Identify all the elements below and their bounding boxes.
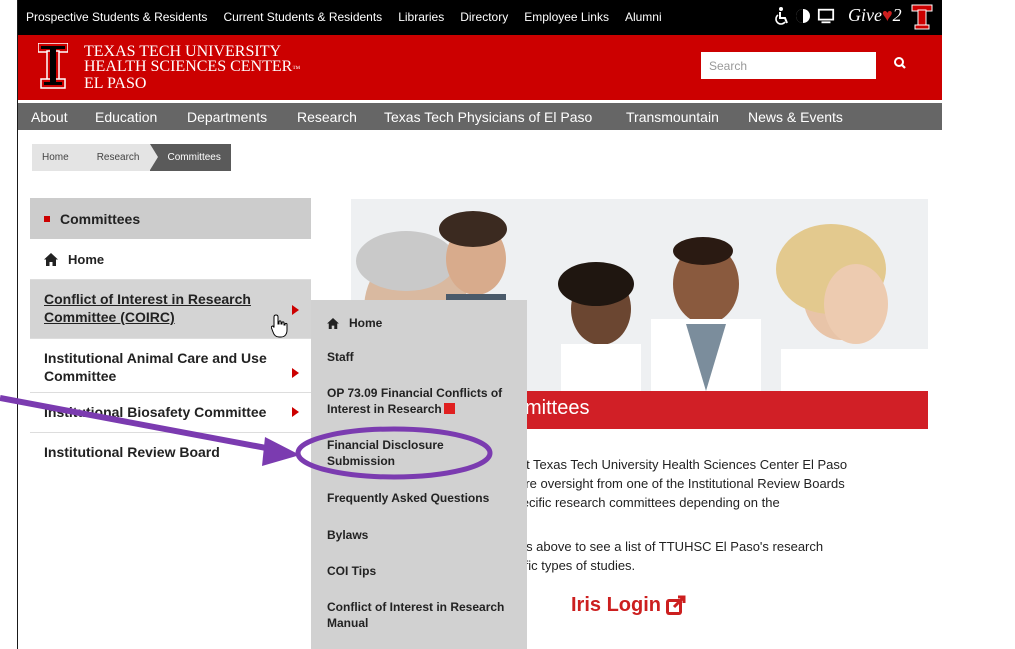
external-link-icon xyxy=(666,595,686,615)
submenu-item-label: OP 73.09 Financial Conflicts of Interest… xyxy=(327,386,503,416)
submenu-item-staff[interactable]: Staff xyxy=(327,349,522,365)
contrast-icon[interactable] xyxy=(795,5,813,27)
accessibility-icons xyxy=(773,5,835,27)
sidebar-home-label: Home xyxy=(68,251,105,267)
accessibility-icon[interactable] xyxy=(773,5,791,27)
submenu-item-financial-disclosure[interactable]: Financial Disclosure Submission xyxy=(327,437,457,469)
nav-item-research[interactable]: Research xyxy=(297,109,357,125)
submenu-item-label: Financial Disclosure Submission xyxy=(327,438,444,468)
submenu-item-coi-tips[interactable]: COI Tips xyxy=(327,563,522,579)
search-icon[interactable] xyxy=(891,53,911,75)
submenu-item-op7309[interactable]: OP 73.09 Financial Conflicts of Interest… xyxy=(327,385,522,417)
university-name[interactable]: TEXAS TECH UNIVERSITY HEALTH SCIENCES CE… xyxy=(84,43,301,92)
double-t-logo[interactable] xyxy=(38,43,68,89)
nav-item-departments[interactable]: Departments xyxy=(187,109,267,125)
utility-link-employee[interactable]: Employee Links xyxy=(524,10,609,24)
utility-link-current[interactable]: Current Students & Residents xyxy=(223,10,382,24)
sidebar-item-label: Institutional Review Board xyxy=(44,444,220,460)
trademark-mark: ™ xyxy=(292,64,301,73)
breadcrumb-committees-label: Committees xyxy=(167,152,221,163)
search-placeholder: Search xyxy=(709,58,748,73)
give-number: 2 xyxy=(892,5,902,25)
submenu-item-home[interactable]: Home xyxy=(327,315,522,331)
iris-login-link[interactable]: Iris Login xyxy=(571,594,687,617)
sidebar-heading: Committees xyxy=(30,198,311,239)
heart-icon: ♥ xyxy=(881,5,893,25)
university-name-line3: EL PASO xyxy=(84,75,147,92)
sidebar-item-home[interactable]: Home xyxy=(30,239,311,280)
main-nav: About Education Departments Research Tex… xyxy=(18,103,942,130)
hand-cursor-icon xyxy=(271,314,288,338)
breadcrumb-separator xyxy=(149,144,158,170)
chevron-right-icon xyxy=(292,305,299,315)
utility-link-libraries[interactable]: Libraries xyxy=(398,10,444,24)
sidebar-item-irb[interactable]: Institutional Review Board xyxy=(30,433,311,473)
sidebar-item-iacuc[interactable]: Institutional Animal Care and Use Commit… xyxy=(30,339,311,393)
submenu-item-bylaws[interactable]: Bylaws xyxy=(327,527,522,543)
search-input[interactable]: Search xyxy=(701,52,876,79)
iris-login-label: Iris Login xyxy=(571,594,661,616)
submenu-dropdown: Home Staff OP 73.09 Financial Conflicts … xyxy=(311,300,527,649)
breadcrumb-home[interactable]: Home xyxy=(32,144,87,171)
submenu-item-label: Frequently Asked Questions xyxy=(327,491,490,505)
breadcrumb: Home Research Committees xyxy=(32,144,231,171)
instruction-line: ecific types of studies. xyxy=(508,558,636,573)
chevron-right-icon xyxy=(292,407,299,417)
nav-item-news-events[interactable]: News & Events xyxy=(748,109,843,125)
give-logo[interactable]: Give♥2 xyxy=(848,5,902,26)
intro-line: specific research committees depending o… xyxy=(508,495,780,510)
submenu-item-label: Home xyxy=(349,316,383,330)
breadcrumb-home-label: Home xyxy=(42,152,69,163)
instruction-paragraph: tabs above to see a list of TTUHSC El Pa… xyxy=(508,537,823,575)
nav-item-about[interactable]: About xyxy=(31,109,68,125)
bullet-square-icon xyxy=(44,215,50,222)
breadcrumb-separator xyxy=(78,144,87,170)
submenu-item-label: Conflict of Interest in Research Manual xyxy=(327,600,505,630)
home-icon xyxy=(327,317,339,329)
intro-paragraph: d at Texas Tech University Health Scienc… xyxy=(508,455,847,512)
pdf-icon xyxy=(443,403,455,414)
university-name-line1: TEXAS TECH UNIVERSITY xyxy=(84,43,282,60)
site-header: TEXAS TECH UNIVERSITY HEALTH SCIENCES CE… xyxy=(18,35,942,100)
page: Prospective Students & Residents Current… xyxy=(17,0,942,649)
breadcrumb-committees: Committees xyxy=(149,144,231,171)
sidebar: Committees Home Conflict of Interest in … xyxy=(30,198,311,473)
nav-item-education[interactable]: Education xyxy=(95,109,157,125)
sidebar-item-label: Institutional Animal Care and Use Commit… xyxy=(44,350,267,384)
sidebar-item-label: Conflict of Interest in Research Committ… xyxy=(44,291,251,325)
utility-links: Prospective Students & Residents Current… xyxy=(26,10,678,24)
sidebar-heading-label: Committees xyxy=(60,210,141,227)
desktop-icon[interactable] xyxy=(817,5,835,27)
nav-item-physicians[interactable]: Texas Tech Physicians of El Paso xyxy=(384,109,592,125)
university-name-line2: HEALTH SCIENCES CENTER xyxy=(84,58,293,75)
home-icon xyxy=(44,252,58,266)
give-label: Give xyxy=(848,5,882,25)
submenu-item-label: COI Tips xyxy=(327,564,377,578)
submenu-item-label: Bylaws xyxy=(327,528,369,542)
breadcrumb-research-label: Research xyxy=(96,152,140,163)
utility-link-prospective[interactable]: Prospective Students & Residents xyxy=(26,10,207,24)
intro-line: quire oversight from one of the Institut… xyxy=(508,476,845,491)
chevron-right-icon xyxy=(292,368,299,378)
intro-line: d at Texas Tech University Health Scienc… xyxy=(508,457,848,472)
submenu-item-coi-manual[interactable]: Conflict of Interest in Research Manual xyxy=(327,599,522,631)
sidebar-item-label: Institutional Biosafety Committee xyxy=(44,404,267,420)
utility-bar: Prospective Students & Residents Current… xyxy=(18,0,942,35)
breadcrumb-research[interactable]: Research xyxy=(78,144,158,171)
utility-link-alumni[interactable]: Alumni xyxy=(625,10,662,24)
sidebar-item-biosafety[interactable]: Institutional Biosafety Committee xyxy=(30,393,311,433)
submenu-item-label: Staff xyxy=(327,350,354,364)
page-title: mittees xyxy=(525,397,590,419)
texas-tech-t-logo[interactable] xyxy=(911,4,933,30)
instruction-line: tabs above to see a list of TTUHSC El Pa… xyxy=(508,539,824,554)
nav-item-transmountain[interactable]: Transmountain xyxy=(626,109,719,125)
sidebar-item-coirc[interactable]: Conflict of Interest in Research Committ… xyxy=(30,280,311,339)
submenu-item-faq[interactable]: Frequently Asked Questions xyxy=(327,490,522,506)
utility-link-directory[interactable]: Directory xyxy=(460,10,508,24)
